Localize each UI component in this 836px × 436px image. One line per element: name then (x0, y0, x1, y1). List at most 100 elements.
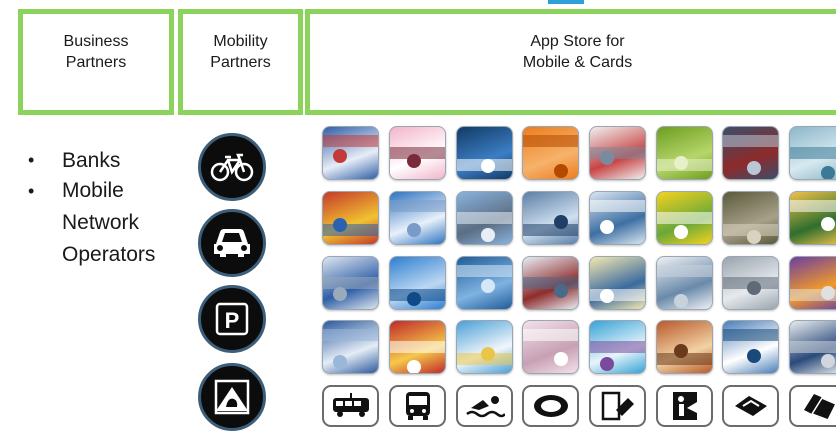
app-tile[interactable] (456, 191, 513, 245)
tile-dot (333, 355, 347, 369)
tile-band (523, 135, 578, 147)
tile-dot (747, 281, 761, 295)
svg-text:P: P (225, 308, 240, 333)
business-partners-header-line1: Business (63, 33, 129, 50)
app-store-header: App Store for Mobile & Cards (305, 9, 836, 115)
app-tile[interactable] (589, 191, 646, 245)
tile-dot (821, 217, 835, 231)
app-tile[interactable] (389, 126, 446, 180)
tram-icon[interactable] (322, 385, 379, 427)
tile-band (590, 341, 645, 353)
tile-dot (554, 215, 568, 229)
app-tile[interactable] (589, 256, 646, 310)
list-item-mobile-network-operators: Mobile Network Operators (28, 175, 155, 271)
tile-dot (407, 292, 421, 306)
app-tile[interactable] (456, 256, 513, 310)
app-tile[interactable] (322, 320, 379, 374)
app-tile[interactable] (389, 256, 446, 310)
tile-dot (674, 344, 688, 358)
tile-dot (600, 220, 614, 234)
tile-band (723, 329, 778, 341)
app-tile[interactable] (322, 256, 379, 310)
tile-dot (554, 164, 568, 178)
tile-dot (407, 223, 421, 237)
tile-dot (407, 360, 421, 373)
stadium-icon[interactable] (522, 385, 579, 427)
tile-dot (821, 166, 835, 179)
app-tile[interactable] (522, 320, 579, 374)
app-tile[interactable] (722, 256, 779, 310)
app-tile[interactable] (722, 126, 779, 180)
tile-dot (407, 154, 421, 168)
tile-band (590, 147, 645, 159)
mobility-partners-header-line2: Partners (210, 54, 271, 71)
tile-band (790, 200, 836, 212)
app-tile[interactable] (456, 126, 513, 180)
app-tile[interactable] (322, 191, 379, 245)
door-card-icon[interactable] (589, 385, 646, 427)
ticket-icon[interactable] (722, 385, 779, 427)
business-partners-header-line2: Partners (65, 54, 127, 71)
app-tile[interactable] (522, 191, 579, 245)
app-tile[interactable] (656, 256, 713, 310)
tile-dot (333, 149, 347, 163)
tile-band (657, 212, 712, 224)
app-tile[interactable] (589, 126, 646, 180)
car-icon[interactable] (198, 209, 266, 277)
tile-band (457, 265, 512, 277)
tile-dot (747, 161, 761, 175)
tile-band (323, 135, 378, 147)
tile-dot (481, 228, 495, 242)
parking-icon[interactable]: P (198, 285, 266, 353)
app-tile[interactable] (789, 191, 836, 245)
tile-dot (481, 347, 495, 361)
bus-icon[interactable] (389, 385, 446, 427)
app-tile[interactable] (322, 126, 379, 180)
app-tile[interactable] (722, 191, 779, 245)
tile-band (323, 224, 378, 236)
app-tile[interactable] (789, 126, 836, 180)
tile-dot (333, 287, 347, 301)
tile-band (657, 265, 712, 277)
tile-band (323, 277, 378, 289)
business-partners-header: Business Partners (18, 9, 174, 115)
mobility-partners-header-line1: Mobility (213, 33, 268, 50)
tile-dot (600, 289, 614, 303)
bicycle-icon[interactable] (198, 133, 266, 201)
tile-dot (821, 354, 835, 368)
info-card-icon[interactable] (656, 385, 713, 427)
mobility-partners-header: Mobility Partners (178, 9, 303, 115)
tile-dot (600, 357, 614, 371)
app-tile[interactable] (456, 320, 513, 374)
tile-band (523, 329, 578, 341)
app-tile[interactable] (522, 256, 579, 310)
tile-dot (333, 218, 347, 232)
tile-band (790, 147, 836, 159)
swimming-icon[interactable] (456, 385, 513, 427)
tile-band (457, 212, 512, 224)
hand-cards-icon[interactable] (789, 385, 836, 427)
app-tile[interactable] (789, 320, 836, 374)
tile-dot (821, 286, 835, 300)
tile-band (790, 341, 836, 353)
app-tile[interactable] (656, 320, 713, 374)
tile-dot (747, 349, 761, 363)
app-tile[interactable] (722, 320, 779, 374)
list-item-banks: Banks (28, 146, 155, 175)
tile-dot (674, 225, 688, 239)
app-store-header-line2: Mobile & Cards (522, 54, 633, 71)
app-store-header-line1: App Store for (530, 33, 625, 50)
app-tile[interactable] (789, 256, 836, 310)
app-tile[interactable] (522, 126, 579, 180)
tile-band (590, 200, 645, 212)
tile-band (523, 224, 578, 236)
tile-dot (554, 284, 568, 298)
app-tile[interactable] (389, 191, 446, 245)
top-accent-bar (548, 0, 584, 4)
tile-band (590, 289, 645, 301)
app-tile[interactable] (656, 126, 713, 180)
app-tile[interactable] (389, 320, 446, 374)
app-tile[interactable] (656, 191, 713, 245)
hand-card-icon[interactable] (198, 363, 266, 431)
app-tile[interactable] (589, 320, 646, 374)
